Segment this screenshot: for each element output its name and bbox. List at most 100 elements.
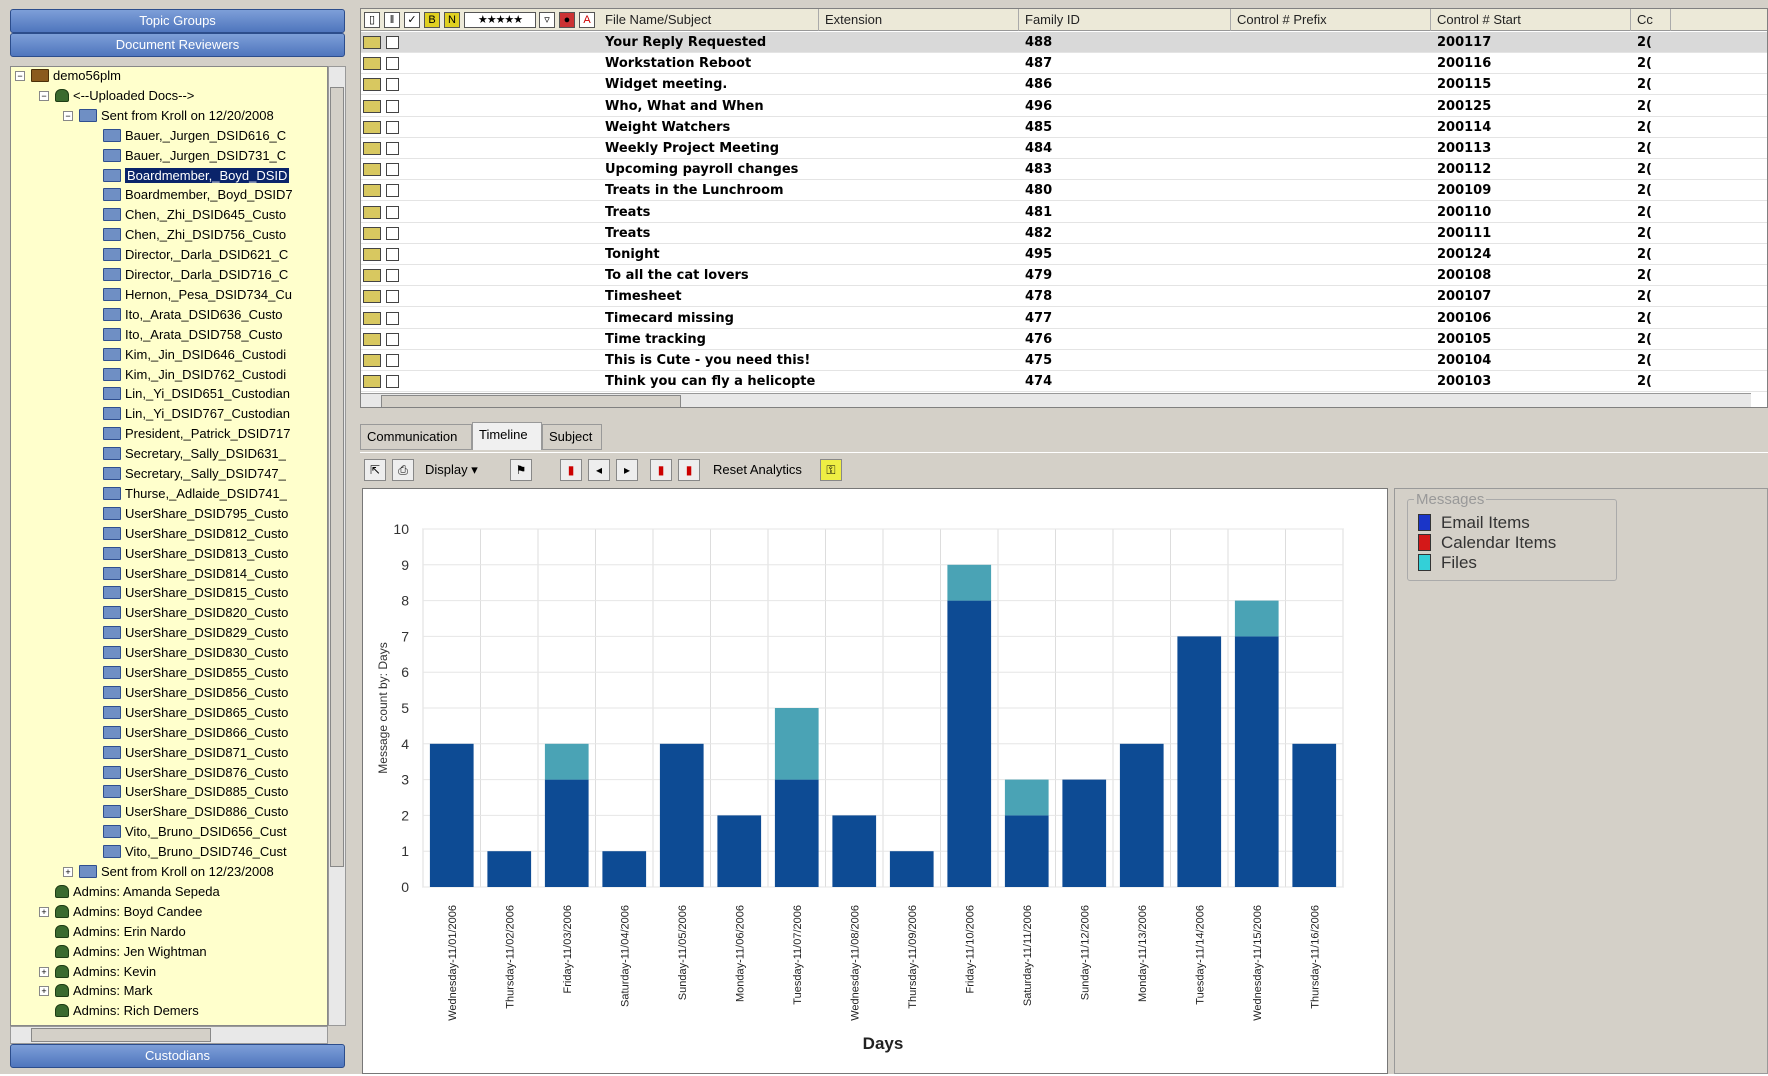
tree-node[interactable]: Vito,_Bruno_DSID656_Cust [87,822,287,842]
tree-node[interactable]: Vito,_Bruno_DSID746_Cust [87,842,287,862]
table-row[interactable]: To all the cat lovers 479 200108 2( [361,265,1767,287]
table-row[interactable]: Weight Watchers 485 200114 2( [361,117,1767,138]
table-row[interactable]: Time tracking 476 200105 2( [361,329,1767,350]
col-extension[interactable]: Extension [819,9,1019,31]
tree-node[interactable]: Bauer,_Jurgen_DSID616_C [87,126,286,146]
tree-node[interactable]: − demo56plm [15,67,121,86]
expand-toggle-icon[interactable]: + [39,986,49,997]
tree-node[interactable]: UserShare_DSID856_Custo [87,683,288,703]
col-control-prefix[interactable]: Control # Prefix [1231,9,1431,31]
table-row[interactable]: Timesheet 478 200107 2( [361,286,1767,308]
tree-node[interactable]: UserShare_DSID814_Custo [87,564,288,584]
tree-node[interactable]: + Admins: Kevin [39,962,156,982]
custodians-button[interactable]: Custodians [10,1044,345,1068]
tree-node[interactable]: UserShare_DSID871_Custo [87,743,288,763]
annotation-icon[interactable]: A [579,12,595,28]
table-row[interactable]: Widget meeting. 486 200115 2( [361,74,1767,96]
table-row[interactable]: Treats in the Lunchroom 480 200109 2( [361,180,1767,202]
tree-node[interactable]: UserShare_DSID829_Custo [87,623,288,643]
tree-node[interactable]: Secretary,_Sally_DSID631_ [87,444,286,464]
tree-node[interactable]: Ito,_Arata_DSID636_Custo [87,305,283,325]
tree-node[interactable]: Ito,_Arata_DSID758_Custo [87,325,283,345]
tree-node[interactable]: Admins: Erin Nardo [39,922,186,942]
tree-node[interactable]: UserShare_DSID876_Custo [87,763,288,783]
tree-node[interactable]: Admins: Rich Demers [39,1001,199,1021]
tree-horizontal-scroll-thumb[interactable] [31,1028,211,1042]
tree-node[interactable]: UserShare_DSID855_Custo [87,663,288,683]
export-icon[interactable]: ⇱ [364,459,386,481]
tree-node[interactable]: Admins: Amanda Sepeda [39,882,220,902]
col-control-start[interactable]: Control # Start [1431,9,1631,31]
expand-toggle-icon[interactable]: − [63,110,73,121]
tree-node[interactable]: + Sent from Kroll on 12/23/2008 [63,862,274,882]
tree-node[interactable]: Admins: Jen Wightman [39,942,207,962]
next-icon[interactable]: ▸ [616,459,638,481]
tree-node[interactable]: Chen,_Zhi_DSID645_Custo [87,205,286,225]
tree-node[interactable]: Director,_Darla_DSID621_C [87,245,288,265]
untag-icon[interactable]: ▮ [678,459,700,481]
tree-node[interactable]: UserShare_DSID865_Custo [87,703,288,723]
tree-node[interactable]: Kim,_Jin_DSID646_Custodi [87,345,286,365]
table-row[interactable]: Treats 482 200111 2( [361,223,1767,244]
tree-node[interactable]: Director,_Darla_DSID716_C [87,265,288,285]
tree-node[interactable]: President,_Patrick_DSID717 [87,424,290,444]
tree-node[interactable]: UserShare_DSID820_Custo [87,603,288,623]
col-subject[interactable]: File Name/Subject [599,9,819,31]
table-row[interactable]: Your Reply Requested 488 200117 2( [361,32,1767,53]
col-family-id[interactable]: Family ID [1019,9,1231,31]
document-grid[interactable]: ▯ ‖ ✓ B N ★★★★★ ▿ ● A File Name/Subject … [360,8,1768,408]
tree-node[interactable]: UserShare_DSID812_Custo [87,524,288,544]
key-icon[interactable]: ⚿ [820,459,842,481]
tag-icon[interactable]: ▮ [650,459,672,481]
reset-analytics-button[interactable]: Reset Analytics [712,457,803,483]
expand-toggle-icon[interactable]: − [15,71,25,81]
document-icon[interactable]: ▯ [364,12,380,28]
tree-vertical-scroll-thumb[interactable] [330,87,344,867]
tab-communication[interactable]: Communication [360,424,472,450]
check-icon[interactable]: ✓ [404,12,420,28]
tree-node[interactable]: Kim,_Jin_DSID762_Custodi [87,365,286,385]
tree-node[interactable]: + Admins: Boyd Candee [39,902,202,922]
tree-node[interactable]: UserShare_DSID866_Custo [87,723,288,743]
expand-toggle-icon[interactable]: + [63,867,73,877]
tree-node[interactable]: Boardmember,_Boyd_DSID [87,166,290,186]
grid-horizontal-scrollbar[interactable] [361,393,1751,407]
tree-node[interactable]: Lin,_Yi_DSID767_Custodian [87,404,290,424]
expand-toggle-icon[interactable]: + [39,966,49,977]
grid-horizontal-scroll-thumb[interactable] [381,395,681,407]
tree-node[interactable]: Bauer,_Jurgen_DSID731_C [87,146,286,166]
tree-node[interactable]: Thurse,_Adlaide_DSID741_ [87,484,287,504]
tree-node[interactable]: Chen,_Zhi_DSID756_Custo [87,225,286,245]
tree-node[interactable]: UserShare_DSID886_Custo [87,802,288,822]
table-row[interactable]: Upcoming payroll changes 483 200112 2( [361,159,1767,181]
tree-node[interactable]: UserShare_DSID815_Custo [87,583,288,603]
tree-node[interactable]: − <--Uploaded Docs--> [39,86,194,106]
table-row[interactable]: This is Cute - you need this! 475 200104 2( [361,350,1767,371]
expand-toggle-icon[interactable]: + [39,906,49,917]
table-row[interactable]: Timecard missing 477 200106 2( [361,308,1767,329]
filter-icon[interactable]: ⚑ [510,459,532,481]
flag-icon[interactable]: B [424,12,440,28]
document-reviewers-button[interactable]: Document Reviewers [10,33,345,57]
tree-node[interactable]: Boardmember,_Boyd_DSID7 [87,185,293,205]
table-row[interactable]: Workstation Reboot 487 200116 2( [361,53,1767,75]
table-row[interactable]: Who, What and When 496 200125 2( [361,96,1767,117]
tree-node[interactable]: Lin,_Yi_DSID651_Custodian [87,384,290,404]
table-row[interactable]: Think you can fly a helicopter? 474 200103… [361,371,1767,393]
tab-subject[interactable]: Subject [542,424,602,450]
table-row[interactable]: Treats 481 200110 2( [361,202,1767,223]
table-row[interactable]: Weekly Project Meeting 484 200113 2( [361,138,1767,159]
rating-stars-icon[interactable]: ★★★★★ [464,12,536,28]
expand-toggle-icon[interactable]: − [39,90,49,101]
tree-node[interactable]: Secretary,_Sally_DSID747_ [87,464,286,484]
tree-node[interactable]: + Admins: Mark [39,981,152,1001]
tab-timeline[interactable]: Timeline [472,422,542,450]
bookmark-icon[interactable]: ▮ [560,459,582,481]
tree-node[interactable]: Hernon,_Pesa_DSID734_Cu [87,285,292,305]
note-icon[interactable]: N [444,12,460,28]
col-cc[interactable]: Cc [1631,9,1671,31]
topic-groups-button[interactable]: Topic Groups [10,9,345,33]
table-row[interactable]: Tonight 495 200124 2( [361,244,1767,265]
tag-icon[interactable]: ● [559,12,575,28]
tree-node[interactable]: UserShare_DSID830_Custo [87,643,288,663]
